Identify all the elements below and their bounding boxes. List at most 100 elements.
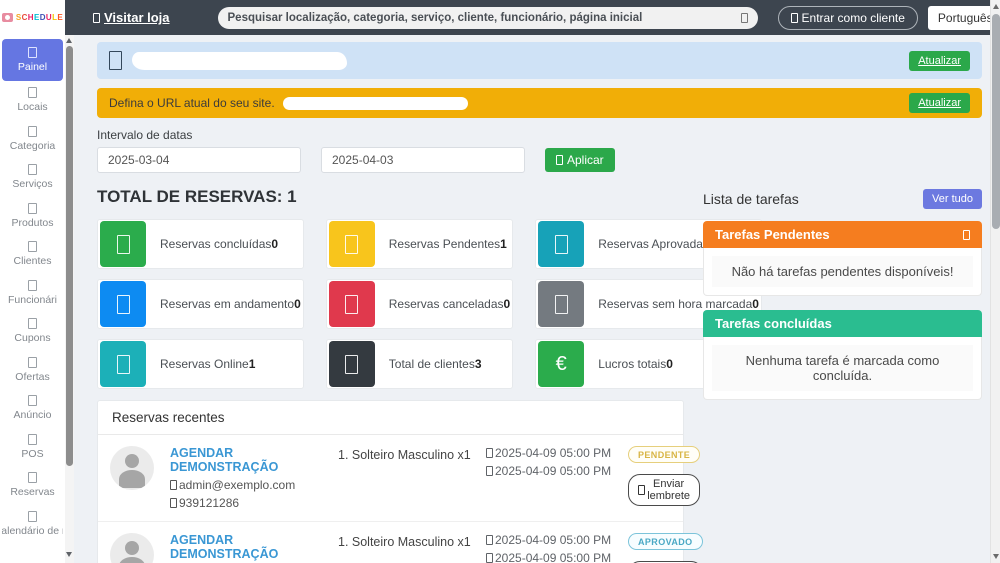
stat-label: Reservas Online (160, 357, 249, 371)
camera-logo-icon (1, 13, 13, 22)
view-all-button[interactable]: Ver tudo (923, 189, 982, 209)
stat-value: 1 (248, 357, 256, 371)
sidebar-item-categoria[interactable]: Categoria (2, 120, 63, 159)
scroll-up-icon[interactable] (993, 4, 999, 9)
scroll-up-icon[interactable] (66, 38, 72, 43)
sidebar-item-label: Calendário de re (2, 524, 63, 537)
language-value: Português (937, 10, 993, 25)
sidebar-item-servicos[interactable]: Serviços (2, 158, 63, 197)
booking-admin-app: SCHEDULE Visitar loja Entrar como client… (0, 0, 1000, 563)
collapse-icon[interactable] (963, 229, 970, 240)
top-bar: SCHEDULE Visitar loja Entrar como client… (0, 0, 1000, 35)
stat-card-canceladas[interactable]: Reservas canceladas0 (325, 279, 514, 329)
sidebar-item-label: Ofertas (15, 370, 50, 383)
sidebar-item-anuncio[interactable]: Anúncio (2, 389, 63, 428)
completed-tasks-header: Tarefas concluídas (703, 310, 982, 337)
store-icon (93, 12, 100, 23)
unscheduled-bookings-icon (538, 281, 585, 327)
sidebar-scrollbar-thumb[interactable] (66, 46, 73, 466)
sidebar-item-label: Categoria (9, 139, 56, 152)
visit-store-link[interactable]: Visitar loja (93, 10, 170, 25)
apply-button[interactable]: Aplicar (545, 148, 615, 172)
pending-tasks-header: Tarefas Pendentes (703, 221, 982, 248)
info-update-button[interactable]: Atualizar (909, 50, 970, 71)
filter-icon (556, 155, 563, 165)
date-to-input[interactable] (321, 147, 525, 173)
scroll-down-icon[interactable] (993, 554, 999, 559)
stat-value: 0 (271, 237, 279, 251)
logo-text: SCHEDULE (15, 13, 64, 22)
recent-reservations-title: Reservas recentes (98, 401, 683, 435)
sidebar-item-locais[interactable]: Locais (2, 81, 63, 120)
start-datetime: 2025-04-09 05:00 PM (486, 533, 614, 547)
send-reminder-button[interactable]: Enviar lembrete (628, 474, 701, 506)
stat-card-andamento[interactable]: Reservas em andamento0 (97, 279, 304, 329)
cancelled-bookings-icon (328, 281, 375, 327)
stat-value: 1 (500, 237, 507, 251)
sidebar-item-cupons[interactable]: Cupons (2, 312, 63, 351)
search-input[interactable] (227, 11, 741, 24)
sidebar-item-label: Clientes (13, 255, 52, 268)
pos-icon (28, 433, 37, 445)
clock-icon (486, 466, 493, 476)
completed-tasks-title: Tarefas concluídas (715, 316, 832, 331)
page-scrollbar[interactable] (990, 0, 1000, 563)
service-name: 1. Solteiro Masculino x1 (338, 535, 471, 549)
recent-reservations-card: Reservas recentes AGENDAR DEMONSTRAÇÃO a… (97, 400, 703, 563)
sidebar-item-calendario[interactable]: Calendário de re (2, 505, 63, 544)
stat-value: 0 (666, 357, 673, 371)
stat-value: 0 (294, 297, 301, 311)
customer-email: admin@exemplo.com (170, 478, 338, 492)
customer-name-link[interactable]: AGENDAR DEMONSTRAÇÃO (170, 533, 338, 561)
sidebar-item-label: Anúncio (13, 409, 52, 422)
services-icon (28, 164, 37, 176)
app-logo[interactable]: SCHEDULE (0, 0, 65, 35)
sidebar-item-label: Serviços (12, 178, 53, 191)
date-range-row: Aplicar (97, 147, 982, 173)
task-list-column: Lista de tarefas Ver tudo Tarefas Penden… (703, 181, 982, 563)
page-body: Painel Locais Categoria Serviços Produto… (0, 35, 1000, 563)
email-icon (170, 480, 177, 490)
stat-card-clientes[interactable]: Total de clientes3 (325, 339, 514, 389)
sidebar-item-painel[interactable]: Painel (2, 39, 63, 81)
sidebar-item-produtos[interactable]: Produtos (2, 197, 63, 236)
sidebar-item-label: Produtos (11, 216, 54, 229)
sidebar-item-reservas[interactable]: Reservas (2, 466, 63, 505)
sidebar-item-pos[interactable]: POS (2, 428, 63, 467)
sidebar-item-label: Funcionári (7, 293, 58, 306)
task-list-title: Lista de tarefas (703, 191, 799, 207)
status-badge: PENDENTE (628, 446, 701, 463)
stat-card-concluidas[interactable]: Reservas concluídas0 (97, 219, 304, 269)
global-search (217, 6, 758, 29)
sidebar-item-ofertas[interactable]: Ofertas (2, 351, 63, 390)
customers-total-icon (328, 341, 375, 387)
url-warning-banner: Defina o URL atual do seu site. Atualiza… (97, 88, 982, 118)
pending-tasks-title: Tarefas Pendentes (715, 227, 830, 242)
warning-update-button[interactable]: Atualizar (909, 93, 970, 113)
sidebar-item-funcionarios[interactable]: Funcionári (2, 274, 63, 313)
top-bar-main: Visitar loja Entrar como cliente Portugu… (65, 0, 1000, 35)
search-icon[interactable] (740, 12, 748, 23)
stat-card-pendentes[interactable]: Reservas Pendentes1 (325, 219, 514, 269)
approved-bookings-icon (538, 221, 585, 267)
sidebar-item-label: POS (21, 447, 44, 460)
sidebar-item-clientes[interactable]: Clientes (2, 235, 63, 274)
pending-bookings-icon (328, 221, 375, 267)
stat-value: 3 (474, 357, 482, 371)
apply-label: Aplicar (567, 153, 604, 167)
customer-name-link[interactable]: AGENDAR DEMONSTRAÇÃO (170, 446, 338, 474)
staff-icon (28, 279, 37, 291)
customer-avatar (110, 533, 154, 563)
sidebar-scrollbar[interactable] (65, 35, 74, 563)
stat-card-online[interactable]: Reservas Online1 (97, 339, 304, 389)
page-scrollbar-thumb[interactable] (992, 14, 1000, 229)
customers-icon (28, 241, 37, 253)
dashboard-icon (28, 47, 37, 58)
total-reservations-heading: TOTAL DE RESERVAS: 1 (97, 187, 297, 206)
stat-label: Reservas concluídas (160, 237, 272, 251)
scroll-down-icon[interactable] (66, 552, 72, 557)
announcement-icon (28, 395, 37, 407)
login-as-client-button[interactable]: Entrar como cliente (777, 5, 918, 30)
date-from-input[interactable] (97, 147, 301, 173)
redacted-url (282, 96, 468, 110)
